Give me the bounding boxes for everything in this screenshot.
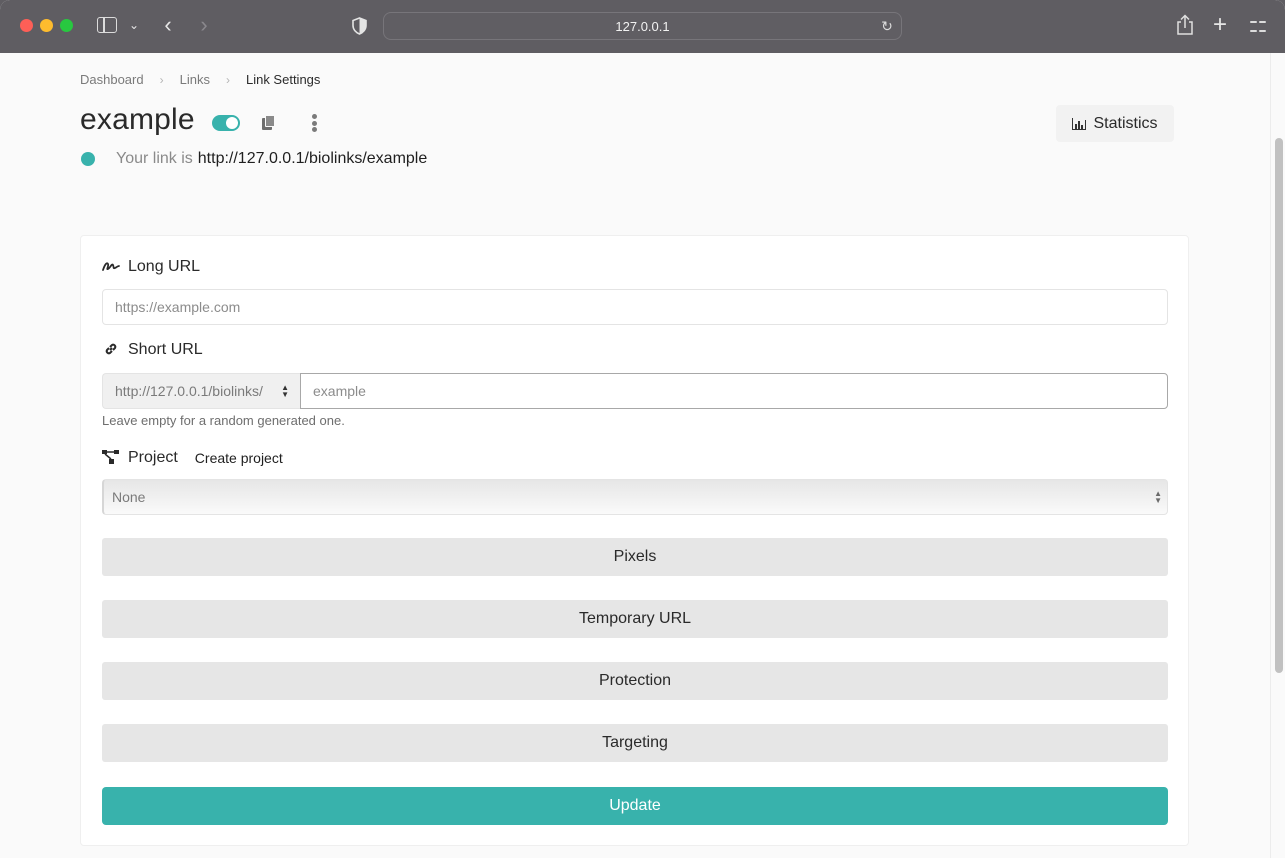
select-arrows-icon: ▲ ▼ [1154, 489, 1162, 505]
page-content: Dashboard › Links › Link Settings exampl… [0, 53, 1270, 858]
close-window-button[interactable] [20, 19, 33, 32]
project-selected-value: None [112, 489, 146, 505]
update-button[interactable]: Update [102, 787, 1168, 825]
breadcrumb-link-settings: Link Settings [245, 72, 321, 87]
minimize-window-button[interactable] [40, 19, 53, 32]
link-url[interactable]: http://127.0.0.1/biolinks/example [198, 150, 427, 168]
project-label-text: Project [128, 449, 178, 466]
pixels-section-button[interactable]: Pixels [102, 538, 1168, 576]
tab-overview-icon[interactable] [1250, 18, 1266, 34]
statistics-label: Statistics [1093, 114, 1158, 132]
link-icon [102, 342, 120, 359]
long-url-label-text: Long URL [128, 258, 201, 275]
browser-window: ⌄ ‹ › 127.0.0.1 ↻ + Dashboard › Links › … [0, 0, 1285, 858]
scrollbar[interactable] [1270, 53, 1285, 858]
shield-icon[interactable] [352, 17, 367, 35]
zoom-window-button[interactable] [60, 19, 73, 32]
address-bar[interactable]: 127.0.0.1 ↻ [383, 12, 902, 40]
breadcrumb: Dashboard › Links › Link Settings [80, 72, 320, 87]
status-dot-icon [81, 152, 95, 166]
short-url-group: http://127.0.0.1/biolinks/ ▲ ▼ [102, 373, 1168, 409]
bar-chart-icon [1072, 117, 1087, 130]
title-row: example [80, 103, 318, 137]
share-icon[interactable] [1176, 14, 1194, 36]
statistics-button[interactable]: Statistics [1056, 105, 1174, 142]
domain-selected-value: http://127.0.0.1/biolinks/ [115, 383, 263, 399]
targeting-section-button[interactable]: Targeting [102, 724, 1168, 762]
select-arrows-icon: ▲ ▼ [281, 383, 289, 399]
sidebar-icon[interactable] [97, 17, 117, 33]
short-url-input[interactable] [300, 373, 1168, 409]
project-diagram-icon [102, 449, 120, 467]
create-project-link[interactable]: Create project [195, 450, 283, 466]
new-tab-icon[interactable]: + [1210, 11, 1230, 38]
temporary-url-section-button[interactable]: Temporary URL [102, 600, 1168, 638]
link-settings-form: Long URL Short URL http://127.0.0.1/biol… [80, 235, 1189, 846]
breadcrumb-separator: › [225, 72, 230, 87]
breadcrumb-links[interactable]: Links [180, 72, 210, 87]
short-url-help: Leave empty for a random generated one. [102, 413, 345, 428]
signature-icon [102, 259, 120, 275]
copy-icon[interactable] [261, 115, 276, 131]
reload-icon[interactable]: ↻ [879, 18, 895, 34]
page-title: example [80, 103, 195, 136]
link-prefix: Your link is [116, 150, 193, 167]
long-url-input[interactable] [102, 289, 1168, 325]
short-url-label: Short URL [102, 341, 203, 359]
project-label: Project Create project [102, 449, 283, 467]
more-options-icon[interactable] [312, 114, 318, 132]
back-icon[interactable]: ‹ [160, 12, 176, 37]
scrollbar-thumb[interactable] [1275, 138, 1283, 673]
forward-icon[interactable]: › [196, 12, 212, 37]
short-url-domain-select[interactable]: http://127.0.0.1/biolinks/ ▲ ▼ [102, 373, 300, 409]
long-url-label: Long URL [102, 258, 200, 276]
address-text: 127.0.0.1 [615, 19, 670, 34]
chevron-down-icon[interactable]: ⌄ [127, 16, 141, 34]
protection-section-button[interactable]: Protection [102, 662, 1168, 700]
browser-toolbar: ⌄ ‹ › 127.0.0.1 ↻ + [0, 0, 1285, 53]
link-enabled-toggle[interactable] [211, 115, 240, 131]
breadcrumb-separator: › [159, 72, 164, 87]
breadcrumb-dashboard[interactable]: Dashboard [80, 72, 144, 87]
link-info: Your link is http://127.0.0.1/biolinks/e… [81, 150, 427, 168]
short-url-label-text: Short URL [128, 341, 203, 358]
project-select[interactable]: None ▲ ▼ [102, 479, 1168, 515]
